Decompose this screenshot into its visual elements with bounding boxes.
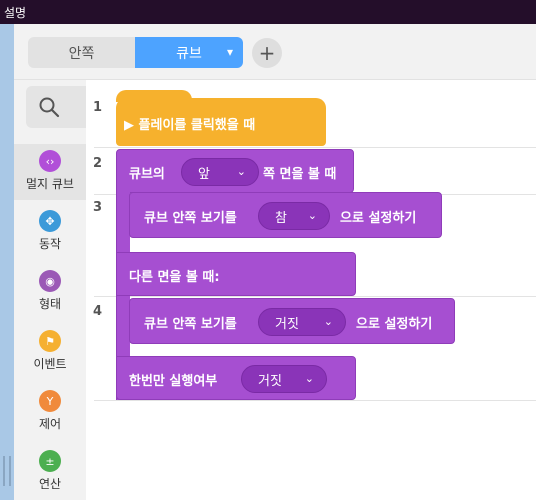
set-inside-view-block-true[interactable]: 큐브 안쪽 보기를 참 ⌄ 으로 설정하기 xyxy=(129,192,442,238)
tab-cube[interactable]: 큐브 ▾ xyxy=(135,37,243,68)
chevron-down-icon: ⌄ xyxy=(307,209,317,222)
window-title: 설명 xyxy=(4,6,27,20)
tab-cube-label: 큐브 xyxy=(176,45,202,62)
title-bar: 설명 xyxy=(0,0,536,24)
block-text: 다른 면을 볼 때: xyxy=(129,270,220,285)
value-dropdown-value: 참 xyxy=(275,210,287,226)
line-number: 2 xyxy=(93,156,103,171)
line-number: 3 xyxy=(93,200,103,215)
face-dropdown[interactable]: 앞 ⌄ xyxy=(181,158,259,186)
category-motion[interactable]: ✥ 동작 xyxy=(14,204,86,260)
value-dropdown[interactable]: 참 ⌄ xyxy=(258,202,330,230)
block-text: 큐브의 xyxy=(129,167,165,182)
category-remote-cube[interactable]: ‹› 멀지 큐브 xyxy=(14,144,86,200)
tab-inside[interactable]: 안쪽 xyxy=(28,37,135,68)
block-category-sidebar: ‹› 멀지 큐브 ✥ 동작 ◉ 형태 ⚑ 이벤트 Y 제어 ± 연산 xyxy=(14,80,86,500)
block-text: ▶ 플레이를 클릭했을 때 xyxy=(124,118,256,133)
line-number: 1 xyxy=(93,100,103,115)
category-operators[interactable]: ± 연산 xyxy=(14,444,86,500)
run-once-block[interactable]: 한번만 실행여부 거짓 ⌄ xyxy=(116,356,356,400)
block-text: 큐브 안쪽 보기를 xyxy=(144,211,237,226)
resize-grip[interactable] xyxy=(3,456,11,486)
when-play-clicked-block[interactable]: ▶ 플레이를 클릭했을 때 xyxy=(116,90,326,146)
control-icon: Y xyxy=(39,390,61,412)
category-events[interactable]: ⚑ 이벤트 xyxy=(14,324,86,380)
eye-icon: ◉ xyxy=(39,270,61,292)
block-text: 큐브 안쪽 보기를 xyxy=(144,317,237,332)
run-once-dropdown-value: 거짓 xyxy=(258,373,282,389)
block-text: 으로 설정하기 xyxy=(356,317,433,332)
line-number: 4 xyxy=(93,304,103,319)
search-button[interactable] xyxy=(26,86,86,128)
value-dropdown-value: 거짓 xyxy=(275,316,299,332)
search-icon xyxy=(39,97,60,118)
chevron-down-icon: ⌄ xyxy=(304,372,314,385)
category-label: 제어 xyxy=(38,417,62,431)
script-workspace[interactable]: 1 2 3 4 ▶ 플레이를 클릭했을 때 큐브의 앞 ⌄ 쪽 면을 볼 때 큐… xyxy=(86,80,536,500)
block-text: 으로 설정하기 xyxy=(340,211,417,226)
category-control[interactable]: Y 제어 xyxy=(14,384,86,440)
move-icon: ✥ xyxy=(39,210,61,232)
face-dropdown-value: 앞 xyxy=(198,166,210,182)
chevron-down-icon: ⌄ xyxy=(323,315,333,328)
row-divider xyxy=(94,296,536,297)
row-divider xyxy=(94,400,536,401)
row-divider xyxy=(94,147,536,148)
category-label: 동작 xyxy=(38,237,62,251)
top-toolbar: 안쪽 큐브 ▾ + xyxy=(14,24,536,80)
category-label: 형태 xyxy=(38,297,62,311)
category-label: 멀지 큐브 xyxy=(26,177,74,191)
left-edge-panel xyxy=(0,24,14,500)
flag-icon: ⚑ xyxy=(39,330,61,352)
remote-cube-icon: ‹› xyxy=(39,150,61,172)
category-label: 이벤트 xyxy=(33,357,67,371)
add-target-button[interactable]: + xyxy=(252,38,282,68)
block-text: 쪽 면을 볼 때 xyxy=(263,167,337,182)
run-once-dropdown[interactable]: 거짓 ⌄ xyxy=(241,365,327,393)
operator-icon: ± xyxy=(39,450,61,472)
tab-inside-label: 안쪽 xyxy=(68,45,95,62)
block-text: 한번만 실행여부 xyxy=(129,374,218,389)
hat-top xyxy=(116,90,192,102)
category-looks[interactable]: ◉ 형태 xyxy=(14,264,86,320)
set-inside-view-block-false[interactable]: 큐브 안쪽 보기를 거짓 ⌄ 으로 설정하기 xyxy=(129,298,455,344)
else-block[interactable]: 다른 면을 볼 때: xyxy=(116,252,356,296)
chevron-down-icon: ⌄ xyxy=(236,165,246,178)
value-dropdown[interactable]: 거짓 ⌄ xyxy=(258,308,346,336)
category-label: 연산 xyxy=(38,477,62,491)
chevron-down-icon: ▾ xyxy=(226,45,233,59)
if-face-block[interactable]: 큐브의 앞 ⌄ 쪽 면을 볼 때 xyxy=(116,149,354,193)
